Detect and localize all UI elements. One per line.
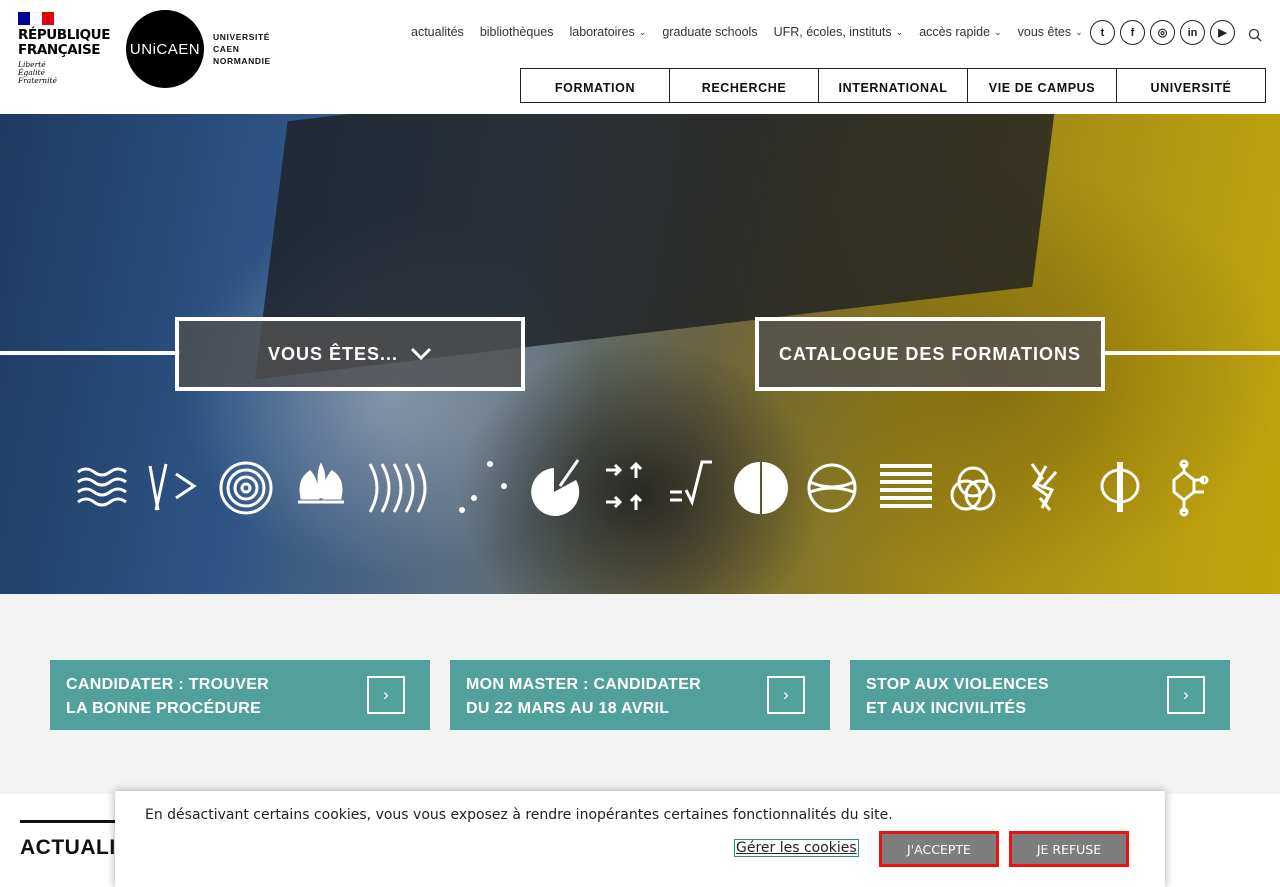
chevron-down-icon: ⌄ [638, 27, 647, 37]
cookie-message: En désactivant certains cookies, vous vo… [145, 807, 893, 823]
topnav-label: accès rapide [919, 25, 991, 39]
mainnav-recherche[interactable]: RECHERCHE [669, 68, 819, 103]
social-links: t f ◎ in ▶ [1090, 20, 1235, 45]
equals-sqrt-icon[interactable] [670, 460, 712, 507]
pie-chart-icon[interactable] [531, 459, 580, 516]
topnav-laboratoires[interactable]: laboratoires ⌄ [569, 25, 646, 39]
topnav-ufr[interactable]: UFR, écoles, instituts ⌄ [774, 25, 904, 39]
chevron-down-icon: ⌄ [1075, 27, 1083, 37]
site-header: RÉPUBLIQUE FRANÇAISE Liberté Égalité Fra… [0, 0, 1280, 114]
mainnav-vie-de-campus[interactable]: VIE DE CAMPUS [967, 68, 1117, 103]
chevron-down-icon: ⌄ [994, 27, 1002, 37]
republique-francaise-logo[interactable]: RÉPUBLIQUE FRANÇAISE Liberté Égalité Fra… [18, 12, 111, 90]
quick-link-label: MON MASTER : CANDIDATER DU 22 MARS AU 18… [466, 676, 702, 717]
accept-cookies-button[interactable]: J'ACCEPTE [879, 831, 999, 867]
topnav-label: actualités [411, 25, 464, 39]
target-icon[interactable] [219, 461, 273, 515]
rf-motto: Liberté Égalité Fraternité [18, 60, 57, 85]
mainnav-universite[interactable]: UNIVERSITÉ [1116, 68, 1266, 103]
flag-icon [18, 12, 54, 25]
quick-link-stop-violences[interactable]: STOP AUX VIOLENCES ET AUX INCIVILITÉS › [850, 660, 1230, 730]
topnav-label: laboratoires [569, 25, 635, 39]
rf-title: RÉPUBLIQUE FRANÇAISE [18, 27, 111, 58]
hero-line-right [1100, 351, 1280, 355]
quick-link-label: STOP AUX VIOLENCES ET AUX INCIVILITÉS [866, 676, 1049, 717]
waves-icon[interactable] [77, 467, 127, 507]
chevron-right-icon: › [367, 676, 405, 714]
vous-etes-button[interactable]: VOUS ÊTES... [175, 317, 525, 391]
chevron-down-icon: ⌄ [895, 27, 904, 37]
twitter-icon[interactable]: t [1090, 20, 1115, 45]
topnav-label: bibliothèques [479, 25, 554, 39]
venn-icon[interactable] [950, 466, 996, 511]
binary-icon[interactable] [880, 464, 932, 508]
chevron-right-icon: › [767, 676, 805, 714]
chevron-right-icon: › [1167, 676, 1205, 714]
topnav-acces-rapide[interactable]: accès rapide ⌄ [919, 25, 1001, 39]
dots-icon[interactable] [459, 461, 507, 513]
hero-banner: VOUS ÊTES... CATALOGUE DES FORMATIONS [0, 114, 1280, 594]
vous-etes-label: VOUS ÊTES... [267, 343, 399, 364]
catalogue-formations-button[interactable]: CATALOGUE DES FORMATIONS [755, 317, 1105, 391]
unicaen-circle: UNiCAEN [126, 10, 204, 88]
quick-link-mon-master[interactable]: MON MASTER : CANDIDATER DU 22 MARS AU 18… [450, 660, 830, 730]
youtube-icon[interactable]: ▶ [1210, 20, 1235, 45]
half-circles-icon[interactable] [734, 462, 792, 514]
quick-link-candidater[interactable]: CANDIDATER : TROUVER LA BONNE PROCÉDURE … [50, 660, 430, 730]
refuse-cookies-button[interactable]: JE REFUSE [1009, 831, 1129, 867]
phi-icon[interactable] [1100, 462, 1140, 512]
topnav-vous-etes[interactable]: vous êtes ⌄ [1018, 25, 1083, 39]
unicaen-logo[interactable]: UNiCAEN UNIVERSITÉ CAEN NORMANDIE [126, 10, 276, 88]
main-nav: FORMATION RECHERCHE INTERNATIONAL VIE DE… [520, 68, 1266, 103]
quick-link-label: CANDIDATER : TROUVER LA BONNE PROCÉDURE [66, 676, 270, 717]
facebook-icon[interactable]: f [1120, 20, 1145, 45]
sound-waves-icon[interactable] [368, 463, 427, 513]
chevron-down-icon [410, 347, 432, 361]
arrows-icon[interactable] [606, 461, 643, 510]
quick-links: CANDIDATER : TROUVER LA BONNE PROCÉDURE … [0, 594, 1280, 794]
topnav-label: UFR, écoles, instituts [773, 25, 892, 39]
topnav-label: vous êtes [1017, 25, 1072, 39]
manage-cookies-link[interactable]: Gérer les cookies [734, 839, 859, 857]
cookie-banner: En désactivant certains cookies, vous vo… [115, 791, 1165, 887]
instagram-icon[interactable]: ◎ [1150, 20, 1175, 45]
topnav-label: graduate schools [662, 25, 758, 39]
catalogue-label: CATALOGUE DES FORMATIONS [779, 343, 1081, 364]
topnav-actualites[interactable]: actualités [411, 25, 464, 39]
discipline-icons [77, 459, 1209, 517]
globe-icon[interactable] [807, 463, 857, 513]
search-icon[interactable] [1248, 28, 1262, 42]
topnav-graduate-schools[interactable]: graduate schools [662, 25, 757, 39]
linkedin-icon[interactable]: in [1180, 20, 1205, 45]
hero-line-left [0, 351, 180, 355]
mainnav-international[interactable]: INTERNATIONAL [818, 68, 968, 103]
top-nav: actualités bibliothèques laboratoires ⌄ g… [403, 20, 1091, 44]
topnav-bibliotheques[interactable]: bibliothèques [480, 25, 554, 39]
mainnav-formation[interactable]: FORMATION [520, 68, 670, 103]
chemistry-icon[interactable] [1172, 459, 1209, 517]
lotus-icon[interactable] [298, 462, 344, 504]
unicaen-name: UNIVERSITÉ CAEN NORMANDIE [213, 32, 271, 66]
code-icon[interactable] [148, 463, 197, 511]
molecule-cross-icon[interactable] [1030, 463, 1058, 511]
